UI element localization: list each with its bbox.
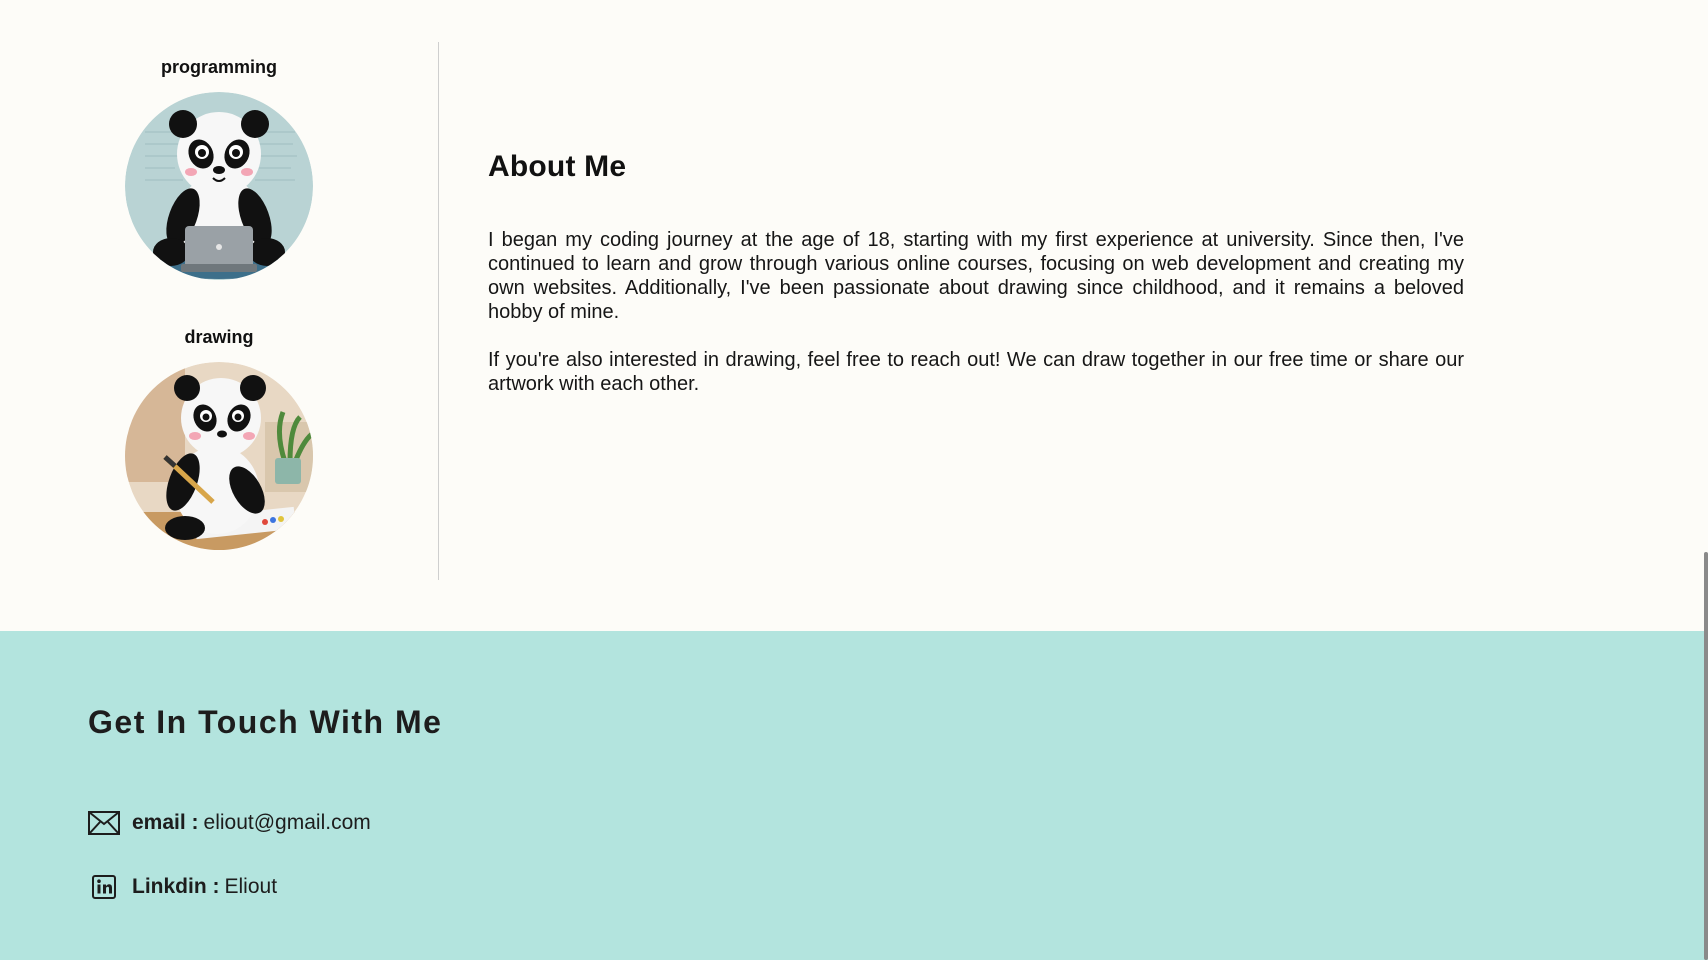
linkedin-icon (88, 874, 120, 900)
hobby-title: drawing (184, 327, 254, 347)
contact-linkedin-row[interactable]: Linkdin : Eliout (88, 874, 277, 900)
about-heading: About Me (488, 150, 627, 183)
page-scrollbar[interactable] (1700, 0, 1708, 960)
contact-heading: Get In Touch With Me (88, 704, 443, 740)
about-content: About Me I began my coding journey at th… (488, 150, 1464, 420)
contact-section: Get In Touch With Me email : eliout@gmai… (0, 631, 1708, 960)
hobby-drawing: drawing (0, 327, 438, 550)
hobby-programming: programming (0, 57, 438, 280)
about-paragraph: If you're also interested in drawing, fe… (488, 349, 1464, 395)
panda-laptop-avatar (125, 92, 313, 280)
page: programming drawing About Me I began my … (0, 0, 1708, 960)
hobbies-column: programming drawing (0, 0, 438, 590)
about-paragraph: I began my coding journey at the age of … (488, 229, 1464, 323)
envelope-icon (88, 810, 120, 836)
linkedin-value[interactable]: Eliout (225, 875, 278, 899)
panda-laptop-image (125, 92, 313, 280)
email-value[interactable]: eliout@gmail.com (204, 811, 371, 835)
panda-drawing-image (125, 362, 313, 550)
linkedin-label: Linkdin : (132, 875, 220, 898)
scrollbar-thumb[interactable] (1704, 552, 1708, 960)
email-label: email : (132, 811, 199, 834)
contact-email-row[interactable]: email : eliout@gmail.com (88, 810, 371, 836)
hobby-title: programming (160, 57, 277, 77)
column-divider (438, 42, 439, 580)
panda-drawing-avatar (125, 362, 313, 550)
about-section: programming drawing About Me I began my … (0, 0, 1708, 631)
